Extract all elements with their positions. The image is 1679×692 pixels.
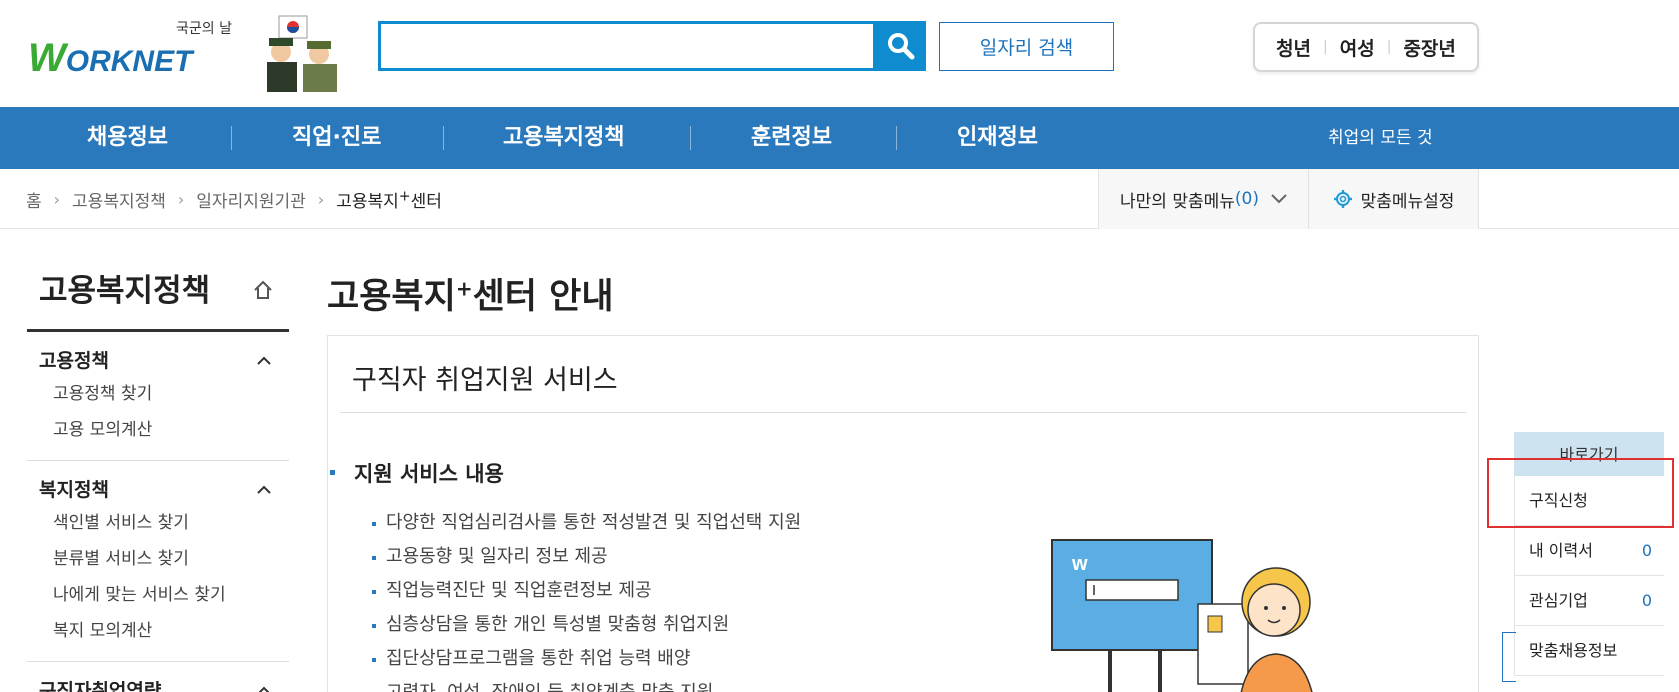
list-item: 다양한 직업심리검사를 통한 적성발견 및 직업선택 지원 [372,506,801,540]
list-item: 집단상담프로그램을 통한 취업 능력 배양 [372,642,801,676]
side-nav-group-jobseeker-capability: 구직자취업역량 [27,662,289,692]
target-youth-link[interactable]: 청년 [1264,34,1323,61]
breadcrumb-current-main: 고용복지 [336,191,399,212]
breadcrumb-home[interactable]: 홈 [26,187,42,212]
soldiers-illustration-icon [267,15,337,92]
side-nav-title: 고용복지정책 [27,262,289,332]
nav-divider [896,126,897,150]
logo-text: WORKNET [28,36,192,81]
side-navigation: 고용복지정책 고용정책 고용정책 찾기 고용 모의계산 복지정책 색인별 서비스… [27,262,289,692]
nav-divider [443,126,444,150]
page-title-main: 고용복지 [327,277,456,317]
logo-letter-w: W [28,36,66,80]
search-button[interactable] [876,21,926,71]
quick-menu-label: 맞춤채용정보 [1529,641,1618,660]
logo-letters: ORKNET [65,45,193,78]
nav-training[interactable]: 훈련정보 [751,107,832,169]
list-item: 직업능력진단 및 직업훈련정보 제공 [372,574,801,608]
my-menu-label: 나만의 맞춤메뉴 [1120,191,1235,212]
menu-settings-label: 맞춤메뉴설정 [1360,191,1455,212]
my-menu-count: (0) [1234,189,1259,209]
breadcrumb-job-agency[interactable]: 일자리지원기관 [196,187,305,212]
chevron-right-icon: › [53,189,61,209]
quick-menu-custom-jobs[interactable]: 맞춤채용정보 [1514,626,1664,676]
svg-text:w: w [1071,553,1088,575]
quick-menu-label: 내 이력서 [1529,541,1593,560]
target-women-link[interactable]: 여성 [1328,34,1387,61]
job-seeker-illustration-icon: w [1051,539,1313,692]
nav-employment-welfare[interactable]: 고용복지정책 [503,107,624,169]
page-title: 고용복지+센터 안내 [327,268,614,319]
page-title-tail: 센터 안내 [472,277,614,317]
breadcrumb-bar: 홈 › 고용복지정책 › 일자리지원기관 › 고용복지+센터 나만의 맞춤메뉴(… [0,169,1679,229]
main-navigation: 채용정보 직업·진로 고용복지정책 훈련정보 인재정보 취업의 모든 것 [0,107,1679,169]
header: 국군의 날 WORKNET 일자리 검색 청년 | 여성 | 중장년 [0,0,1679,107]
search-icon [888,33,915,60]
search-input[interactable] [378,21,876,71]
side-nav-item[interactable]: 분류별 서비스 찾기 [27,541,289,577]
nav-divider [231,126,232,150]
side-nav-item[interactable]: 고용정책 찾기 [27,376,289,412]
side-nav-group-label: 고용정책 [39,350,109,372]
chevron-up-icon [258,686,270,692]
content-panel: 구직자 취업지원 서비스 지원 서비스 내용 다양한 직업심리검사를 통한 적성… [327,335,1479,692]
chevron-up-icon [257,485,271,494]
page-title-sup: + [455,276,473,301]
chevron-right-icon: › [317,189,325,209]
my-custom-menu-dropdown[interactable]: 나만의 맞춤메뉴 (0) [1098,169,1308,229]
quick-menu-count: 0 [1641,591,1652,610]
quick-menu-interested-company[interactable]: 관심기업 0 [1514,576,1664,626]
list-item: 고용동향 및 일자리 정보 제공 [372,540,801,574]
subsection-title: 지원 서비스 내용 [330,458,504,488]
quick-menu-my-resume[interactable]: 내 이력서 0 [1514,526,1664,576]
menu-settings-button[interactable]: 맞춤메뉴설정 [1308,169,1479,229]
breadcrumb-current-tail: 센터 [410,191,442,212]
section-divider [340,412,1466,413]
nav-career[interactable]: 직업·진로 [292,107,381,169]
breadcrumb-current-sup: + [398,187,411,204]
highlight-annotation-box [1487,458,1674,528]
quick-menu-side-tab[interactable] [1502,632,1516,682]
target-middle-aged-link[interactable]: 중장년 [1391,34,1467,61]
chevron-right-icon: › [177,189,185,209]
side-nav-item[interactable]: 나에게 맞는 서비스 찾기 [27,577,289,613]
breadcrumb: 홈 › 고용복지정책 › 일자리지원기관 › 고용복지+센터 [26,169,442,229]
nav-divider [690,126,691,150]
logo-subtitle: 국군의 날 [176,21,232,37]
side-nav-group-toggle[interactable]: 고용정책 [27,346,289,376]
quick-menu-label: 관심기업 [1529,591,1588,610]
nav-talent[interactable]: 인재정보 [957,107,1038,169]
quick-menu-count: 0 [1641,541,1652,560]
chevron-up-icon [257,356,271,365]
list-item: 고령자, 여성, 장애인 등 취약계층 맞춤 지원 [372,676,801,692]
side-nav-group-welfare-policy: 복지정책 색인별 서비스 찾기 분류별 서비스 찾기 나에게 맞는 서비스 찾기… [27,461,289,662]
side-nav-group-toggle[interactable]: 구직자취업역량 [27,676,289,692]
nav-all-employment[interactable]: 취업의 모든 것 [1328,107,1433,169]
side-nav-group-employment-policy: 고용정책 고용정책 찾기 고용 모의계산 [27,332,289,461]
section-title: 구직자 취업지원 서비스 [352,365,618,396]
chevron-down-icon [1271,194,1287,204]
home-icon[interactable] [251,278,275,302]
breadcrumb-current: 고용복지+센터 [336,187,442,212]
side-nav-group-label: 복지정책 [39,479,109,501]
side-nav-group-label: 구직자취업역량 [39,680,162,692]
side-nav-item[interactable]: 색인별 서비스 찾기 [27,505,289,541]
breadcrumb-employment-welfare[interactable]: 고용복지정책 [72,187,166,212]
job-search-button[interactable]: 일자리 검색 [939,22,1114,71]
list-item: 심층상담을 통한 개인 특성별 맞춤형 취업지원 [372,608,801,642]
side-nav-title-text: 고용복지정책 [39,273,211,309]
side-nav-item[interactable]: 고용 모의계산 [27,412,289,448]
nav-recruitment[interactable]: 채용정보 [87,107,168,169]
worknet-logo[interactable]: 국군의 날 WORKNET [28,14,378,92]
service-list: 다양한 직업심리검사를 통한 적성발견 및 직업선택 지원 고용동향 및 일자리… [372,506,801,692]
side-nav-item[interactable]: 복지 모의계산 [27,613,289,649]
target-group-links: 청년 | 여성 | 중장년 [1253,22,1479,72]
side-nav-group-toggle[interactable]: 복지정책 [27,475,289,505]
gear-icon [1333,190,1352,208]
